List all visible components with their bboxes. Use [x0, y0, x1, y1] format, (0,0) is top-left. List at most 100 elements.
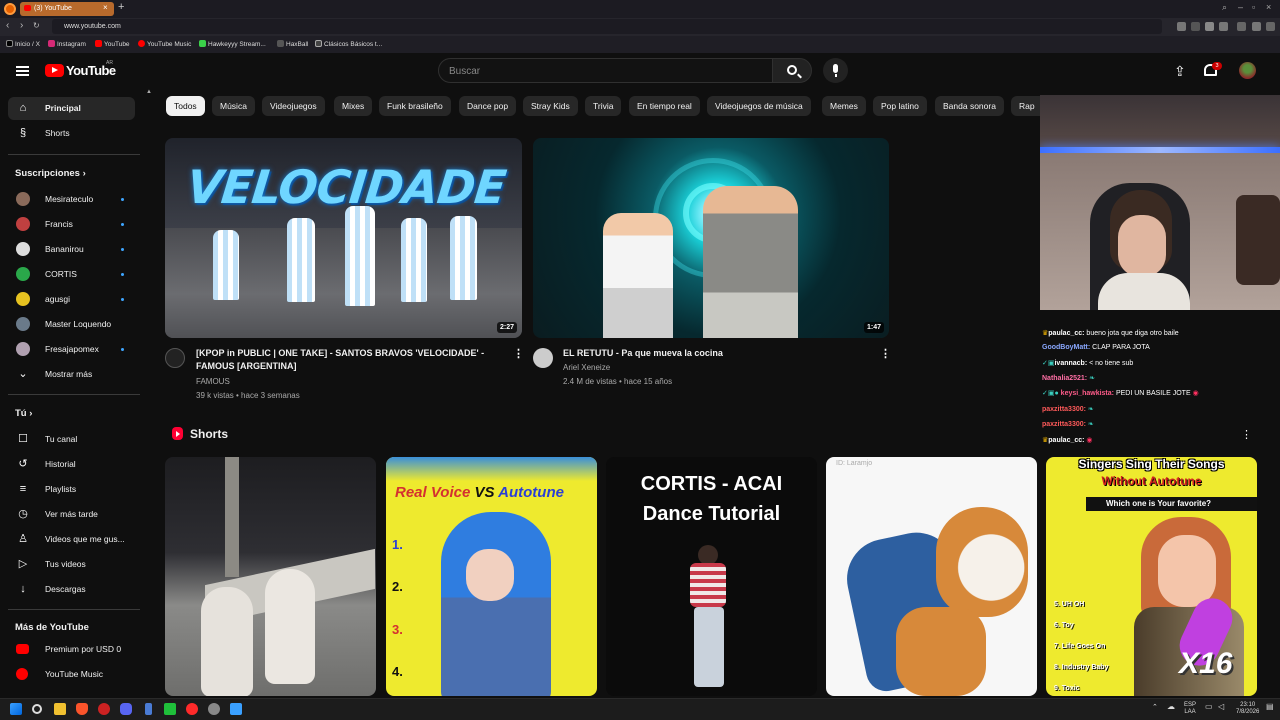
short-thumbnail[interactable]: Singers Sing Their Songs Without Autotun…	[1046, 457, 1257, 696]
sidebar-item-bananirou[interactable]: Bananirou	[8, 238, 135, 261]
start-menu-icon[interactable]	[10, 703, 22, 715]
shield-icon[interactable]	[1191, 22, 1200, 31]
game-app-icon[interactable]	[164, 703, 176, 715]
show-more-button[interactable]: ⌄ Mostrar más	[8, 363, 135, 386]
reload-icon[interactable]: ↻	[33, 21, 40, 30]
sidebar-item-cortis[interactable]: CORTIS	[8, 263, 135, 286]
bookmark-icon[interactable]	[1177, 22, 1186, 31]
chip-todos[interactable]: Todos	[166, 96, 205, 116]
video-thumbnail[interactable]: VELOCIDADE 2:27	[165, 138, 522, 338]
maximize-icon[interactable]: ▫	[1252, 2, 1255, 12]
channel-name[interactable]: Ariel Xeneize	[563, 363, 610, 372]
sidebar-item-shorts[interactable]: § Shorts	[8, 122, 135, 145]
heart-icon[interactable]	[1205, 22, 1214, 31]
discord-icon[interactable]	[120, 703, 132, 715]
sidebar-item-youtube-music[interactable]: YouTube Music	[8, 663, 135, 686]
extensions-icon[interactable]	[1252, 22, 1261, 31]
back-icon[interactable]: ‹	[6, 20, 9, 31]
bookmark-x[interactable]: Inicio / X	[6, 40, 40, 48]
download-icon[interactable]	[1219, 22, 1228, 31]
speaker-icon[interactable]: ◁	[1218, 703, 1224, 711]
chip-funk-brasileno[interactable]: Funk brasileño	[379, 96, 451, 116]
short-thumbnail[interactable]: Real Voice VS Autotune 1. 2. 3. 4.	[386, 457, 597, 696]
forward-icon[interactable]: ›	[20, 20, 23, 31]
search-input[interactable]: Buscar	[438, 58, 773, 83]
chip-pop-latino[interactable]: Pop latino	[873, 96, 927, 116]
sidebar-item-agusgi[interactable]: agusgi	[8, 288, 135, 311]
channel-avatar[interactable]	[533, 348, 553, 368]
chip-videojuegos-de-musica[interactable]: Videojuegos de música	[707, 96, 811, 116]
chip-banda-sonora[interactable]: Banda sonora	[935, 96, 1004, 116]
app-icon[interactable]	[145, 703, 152, 715]
brave-icon[interactable]	[76, 703, 88, 715]
github-icon[interactable]	[208, 703, 220, 715]
youtube-logo-icon[interactable]	[45, 64, 64, 77]
language-indicator[interactable]: ESP LAA	[1184, 702, 1196, 716]
bookmark-instagram[interactable]: Instagram	[48, 40, 86, 48]
video-thumbnail[interactable]: 1:47	[533, 138, 889, 338]
sidebar-item-tus-videos[interactable]: ▷ Tus videos	[8, 553, 135, 576]
bookmark-hawkeyyy[interactable]: Hawkeyyy Stream...	[199, 40, 266, 48]
you-heading[interactable]: Tú ›	[15, 408, 32, 419]
sidebar-item-playlists[interactable]: ≡ Playlists	[8, 478, 135, 501]
search-icon[interactable]: ⌕	[1222, 2, 1227, 13]
clock[interactable]: 23:10 7/8/2026	[1236, 702, 1259, 716]
chip-en-tiempo-real[interactable]: En tiempo real	[629, 96, 700, 116]
short-thumbnail[interactable]	[165, 457, 376, 696]
chip-rap[interactable]: Rap	[1011, 96, 1040, 116]
browser-logo-icon[interactable]	[4, 3, 16, 15]
media-player-icon[interactable]	[186, 703, 198, 715]
short-thumbnail[interactable]: CORTIS - ACAI Dance Tutorial	[606, 457, 817, 696]
more-options-icon[interactable]: ⋮	[1241, 428, 1252, 441]
video-title[interactable]: EL RETUTU - Pa que mueva la cocina	[563, 347, 873, 360]
search-icon[interactable]	[32, 704, 42, 714]
sidebar-item-videos-que-me-gustan[interactable]: ♙ Videos que me gus...	[8, 528, 135, 551]
opera-icon[interactable]	[98, 703, 110, 715]
sidebar-item-premium[interactable]: Premium por USD 0	[8, 638, 135, 661]
sidebar-item-francis[interactable]: Francis	[8, 213, 135, 236]
chip-memes[interactable]: Memes	[822, 96, 866, 116]
short-thumbnail[interactable]: ID: Laramjo	[826, 457, 1037, 696]
search-button[interactable]	[772, 58, 812, 83]
channel-name[interactable]: FAMOUS	[196, 377, 230, 386]
bookmark-clasicos[interactable]: Clásicos Básicos t...	[315, 40, 382, 48]
voice-search-button[interactable]	[823, 58, 848, 83]
chip-mixes[interactable]: Mixes	[334, 96, 373, 116]
subscriptions-heading[interactable]: Suscripciones ›	[15, 168, 86, 179]
tray-overflow-icon[interactable]: ⌃	[1152, 704, 1158, 711]
bookmark-youtube[interactable]: YouTube	[95, 40, 130, 48]
channel-avatar[interactable]	[165, 348, 185, 368]
address-bar[interactable]: www.youtube.com	[52, 19, 1162, 34]
close-tab-icon[interactable]: ×	[103, 3, 108, 12]
menu-icon[interactable]	[1266, 22, 1275, 31]
more-options-icon[interactable]: ⋮	[880, 347, 891, 360]
sidebar-item-ver-mas-tarde[interactable]: ◷ Ver más tarde	[8, 503, 135, 526]
sidebar-scroll-up-icon[interactable]: ▲	[146, 89, 152, 95]
notification-center-icon[interactable]: ▤	[1266, 703, 1274, 711]
video-title[interactable]: [KPOP in PUBLIC | ONE TAKE] - SANTOS BRA…	[196, 347, 501, 373]
hamburger-menu-icon[interactable]	[16, 66, 29, 76]
sidebar-item-mesirateculo[interactable]: Mesirateculo	[8, 188, 135, 211]
browser-tab[interactable]: (3) YouTube	[20, 2, 114, 16]
sidebar-item-principal[interactable]: ⌂ Principal	[8, 97, 135, 120]
sidebar-item-fresajapomex[interactable]: Fresajapomex	[8, 338, 135, 361]
chip-stray-kids[interactable]: Stray Kids	[523, 96, 578, 116]
network-icon[interactable]: ☁	[1167, 703, 1175, 711]
chip-musica[interactable]: Música	[212, 96, 255, 116]
profile-icon[interactable]	[1237, 22, 1246, 31]
minimize-icon[interactable]: –	[1238, 2, 1243, 12]
sidebar-item-tu-canal[interactable]: ☐ Tu canal	[8, 428, 135, 451]
more-options-icon[interactable]: ⋮	[513, 347, 524, 360]
close-window-icon[interactable]: ×	[1266, 2, 1271, 12]
sidebar-item-historial[interactable]: ↺ Historial	[8, 453, 135, 476]
create-upload-icon[interactable]: ⇪	[1174, 63, 1186, 80]
wifi-icon[interactable]: ▭	[1205, 703, 1213, 711]
file-explorer-icon[interactable]	[54, 703, 66, 715]
bookmark-haxball[interactable]: HaxBall	[277, 40, 308, 48]
notepad-icon[interactable]	[230, 703, 242, 715]
new-tab-icon[interactable]: +	[118, 1, 124, 13]
chip-dance-pop[interactable]: Dance pop	[459, 96, 517, 116]
chip-videojuegos[interactable]: Videojuegos	[262, 96, 325, 116]
chip-trivia[interactable]: Trivia	[585, 96, 622, 116]
bookmark-youtube-music[interactable]: YouTube Music	[138, 40, 191, 48]
